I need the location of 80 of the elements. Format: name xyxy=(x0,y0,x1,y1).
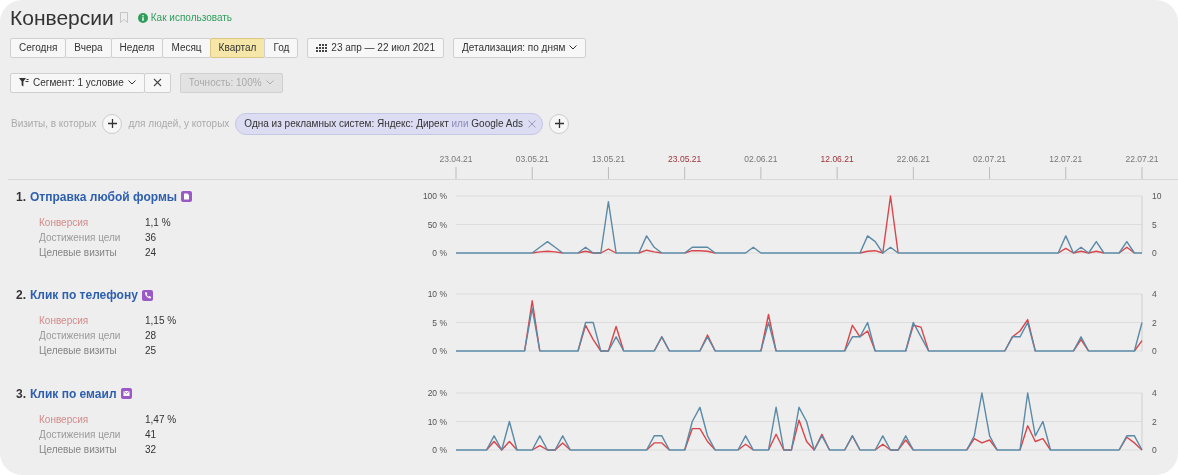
add-button[interactable] xyxy=(102,113,123,134)
detail-dropdown[interactable]: Детализация: по дням xyxy=(452,37,587,58)
metric-value: 1,15 % xyxy=(145,315,178,327)
axis-label: 2 xyxy=(1152,416,1157,427)
axis-label: 50 % xyxy=(427,219,447,230)
date-label: 13.05.21 xyxy=(591,153,625,164)
metric-value: 32 xyxy=(145,443,158,455)
goal-number: 1. xyxy=(16,189,26,204)
date-label: 03.05.21 xyxy=(515,153,549,164)
metric-label: Достижения цели xyxy=(39,428,122,440)
axis-label: 0 % xyxy=(432,346,447,357)
axis-label: 0 xyxy=(1152,444,1157,455)
axis-label: 4 xyxy=(1152,289,1157,300)
metric-value: 36 xyxy=(145,231,158,243)
axis-label: 2 xyxy=(1152,317,1157,328)
clear-button[interactable] xyxy=(143,72,171,93)
goal-link[interactable]: Отправка любой формы xyxy=(30,189,177,204)
metric-label: Достижения цели xyxy=(39,330,122,342)
metric-label: Конверсия xyxy=(39,315,90,327)
axis-label: 10 xyxy=(1152,190,1162,201)
chevron-icon xyxy=(265,80,274,86)
period-tab[interactable]: Сегодня xyxy=(10,37,67,58)
date-label: 23.05.21 xyxy=(668,153,702,164)
add-button[interactable] xyxy=(549,113,569,134)
close-icon xyxy=(152,78,162,88)
page-title: Конверсии xyxy=(10,5,114,30)
axis-label: 0 % xyxy=(432,444,447,455)
chevron-icon xyxy=(127,80,136,86)
filter-icon xyxy=(19,78,29,88)
filter-label: для людей, у которых xyxy=(128,118,230,130)
goal-number: 3. xyxy=(16,386,26,401)
metric-value: 24 xyxy=(145,246,158,258)
metric-value: 25 xyxy=(145,345,158,357)
metric-value: 28 xyxy=(145,330,158,342)
phone-icon xyxy=(141,289,153,301)
period-tab[interactable]: Неделя xyxy=(110,37,164,58)
date-label: 02.06.21 xyxy=(744,153,778,164)
plus-icon xyxy=(107,119,117,129)
chevron-icon xyxy=(569,45,578,51)
plus-icon xyxy=(554,119,564,129)
calendar-icon xyxy=(316,43,328,52)
date-label: 12.07.21 xyxy=(1049,153,1083,164)
axis-label: 5 xyxy=(1152,219,1157,230)
date-label: 12.06.21 xyxy=(820,153,854,164)
metric-value: 41 xyxy=(145,428,158,440)
axis-label: 0 % xyxy=(432,247,447,258)
condition-text: Одна из рекламных систем: Яндекс: Директ или Google Ads xyxy=(244,118,523,130)
filter-chip[interactable]: Одна из рекламных систем: Яндекс: Директ или Google Ads xyxy=(235,112,543,135)
date-label: 02.07.21 xyxy=(973,153,1007,164)
metric-value: 1,47 % xyxy=(145,413,178,425)
date-label: 23.04.21 xyxy=(439,153,473,164)
axis-label: 10 % xyxy=(427,289,447,300)
axis-label: 10 % xyxy=(427,416,447,427)
metric-label: Конверсия xyxy=(39,216,90,228)
metric-value: 1,1 % xyxy=(145,216,172,228)
info-icon xyxy=(137,12,148,23)
period-tab[interactable]: Месяц xyxy=(162,37,211,58)
goal-link[interactable]: Клик по телефону xyxy=(30,288,138,303)
period-tab[interactable]: Вчера xyxy=(65,37,112,58)
axis-label: 100 % xyxy=(422,190,447,201)
metric-label: Целевые визиты xyxy=(39,246,118,258)
axis-label: 0 xyxy=(1152,247,1157,258)
filter-label: Визиты, в которых xyxy=(11,118,97,130)
metric-label: Достижения цели xyxy=(39,231,122,243)
metric-label: Целевые визиты xyxy=(39,345,118,357)
metric-label: Конверсия xyxy=(39,413,90,425)
date-label: 22.07.21 xyxy=(1125,153,1159,164)
goal-number: 2. xyxy=(16,288,26,303)
period-tab[interactable]: Квартал xyxy=(209,37,266,58)
axis-label: 20 % xyxy=(427,387,447,398)
period-tab[interactable]: Год xyxy=(264,37,299,58)
axis-label: 4 xyxy=(1152,387,1157,398)
mail-icon xyxy=(120,388,132,400)
axis-label: 0 xyxy=(1152,346,1157,357)
date-label: 22.06.21 xyxy=(896,153,930,164)
segment-dropdown[interactable]: Сегмент: 1 условие xyxy=(10,72,145,93)
goal-link[interactable]: Клик по емаил xyxy=(30,386,117,401)
date-range-button[interactable]: 23 апр — 22 июл 2021 xyxy=(307,37,444,58)
metric-label: Целевые визиты xyxy=(39,443,118,455)
axis-label: 5 % xyxy=(432,317,447,328)
